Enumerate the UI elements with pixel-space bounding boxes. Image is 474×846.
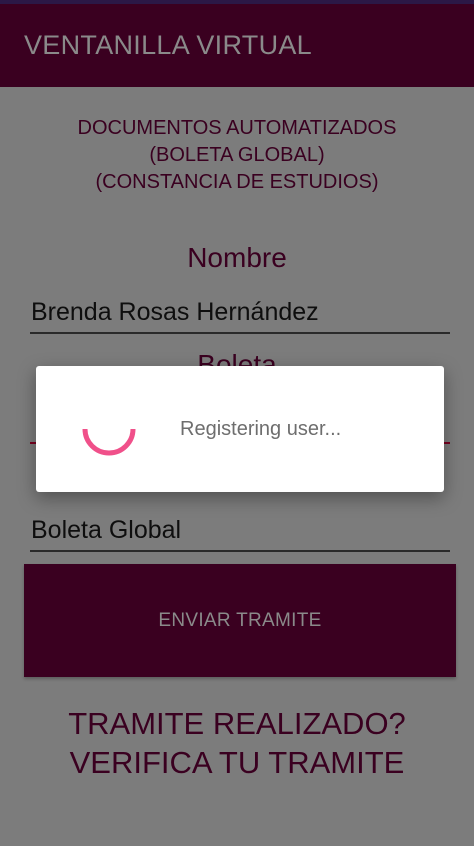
send-tramite-label: ENVIAR TRAMITE	[158, 609, 322, 631]
app-bar: VENTANILLA VIRTUAL	[0, 4, 474, 87]
nombre-field-value: Brenda Rosas Hernández	[31, 298, 319, 326]
nombre-label: Nombre	[187, 242, 287, 273]
header-line-1: DOCUMENTOS AUTOMATIZADOS	[77, 117, 397, 139]
header-line-3: (CONSTANCIA DE ESTUDIOS)	[95, 171, 379, 193]
verifica-tramite-link[interactable]: VERIFICA TU TRAMITE	[0, 745, 474, 781]
nombre-field-underline	[30, 332, 450, 334]
app-title: VENTANILLA VIRTUAL	[24, 30, 313, 60]
dialog-message: Registering user...	[180, 418, 342, 440]
tramite-realizado-link[interactable]: TRAMITE REALIZADO?	[0, 706, 474, 742]
documento-field[interactable]: Boleta Global	[30, 512, 450, 552]
documento-field-value: Boleta Global	[31, 516, 182, 544]
progress-dialog: Registering user...	[36, 366, 444, 492]
documento-field-underline	[30, 550, 450, 552]
header-line-2: (BOLETA GLOBAL)	[149, 144, 325, 166]
nombre-field[interactable]: Brenda Rosas Hernández	[30, 294, 450, 334]
send-tramite-button[interactable]: ENVIAR TRAMITE	[24, 564, 456, 677]
loading-spinner-icon	[82, 428, 136, 456]
